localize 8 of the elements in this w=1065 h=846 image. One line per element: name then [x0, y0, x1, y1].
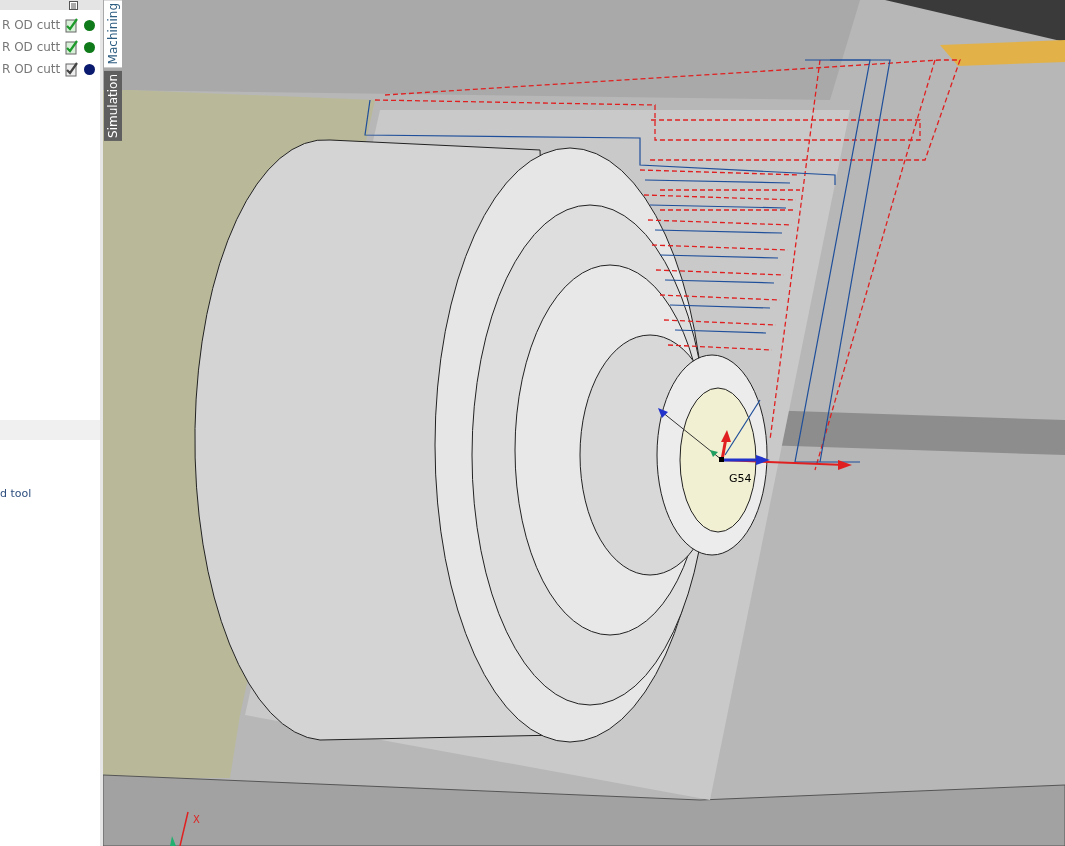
tool-link[interactable]: d tool — [0, 487, 100, 500]
operation-item[interactable]: R OD cutt — [0, 40, 62, 54]
side-tab[interactable]: Machining — [104, 0, 122, 68]
origin-label: G54 — [729, 472, 752, 485]
axis-label: X — [193, 814, 200, 825]
operation-item[interactable]: R OD cutt — [0, 18, 62, 32]
side-tab[interactable]: Simulation — [104, 71, 122, 142]
operation-item[interactable]: R OD cutt — [0, 62, 62, 76]
